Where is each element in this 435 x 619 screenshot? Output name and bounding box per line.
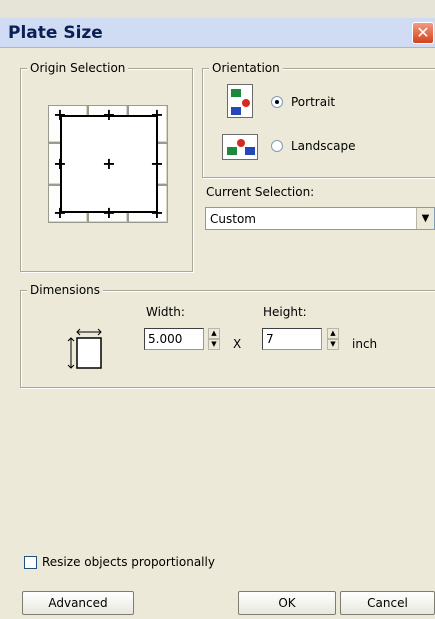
ok-button[interactable]: OK — [238, 591, 336, 615]
background-strip — [0, 0, 435, 18]
height-spin-down[interactable]: ▼ — [327, 339, 339, 350]
landscape-label[interactable]: Landscape — [291, 139, 355, 153]
origin-mark-top-right: + — [150, 105, 164, 124]
unit-label: inch — [352, 337, 378, 351]
origin-mark-bottom-left: + — [53, 203, 67, 222]
plate-size-dropdown-value: Custom — [210, 212, 256, 226]
width-spin-down[interactable]: ▼ — [208, 339, 220, 350]
chevron-down-icon[interactable]: ▼ — [416, 208, 434, 229]
orientation-label: Orientation — [209, 61, 283, 75]
width-input[interactable]: 5.000 — [144, 328, 204, 350]
origin-mark-middle-left: + — [53, 154, 67, 173]
origin-mark-bottom-center: + — [102, 203, 116, 222]
height-spinner[interactable]: ▲ ▼ — [327, 328, 339, 350]
portrait-label[interactable]: Portrait — [291, 95, 335, 109]
origin-mark-bottom-right: + — [150, 203, 164, 222]
advanced-button[interactable]: Advanced — [22, 591, 134, 615]
dimensions-label: Dimensions — [27, 283, 104, 297]
origin-mark-top-left: + — [53, 105, 67, 124]
origin-grid: + + + + + + + + + — [48, 105, 168, 223]
origin-mark-middle-right: + — [150, 154, 164, 173]
origin-mark-center: + — [102, 154, 116, 173]
resize-proportionally-checkbox[interactable] — [24, 556, 37, 569]
title-bar: Plate Size ✕ — [0, 18, 435, 48]
window-title: Plate Size — [8, 23, 103, 43]
cancel-button[interactable]: Cancel — [340, 591, 435, 615]
times-sign: X — [233, 337, 242, 351]
portrait-icon — [227, 84, 253, 118]
height-input[interactable]: 7 — [262, 328, 322, 350]
origin-mark-top-center: + — [102, 105, 116, 124]
width-spin-up[interactable]: ▲ — [208, 328, 220, 339]
landscape-icon — [222, 134, 258, 160]
height-label: Height: — [263, 305, 307, 319]
plate-size-dropdown[interactable]: Custom ▼ — [205, 207, 435, 230]
origin-selection-label: Origin Selection — [27, 61, 129, 75]
dimensions-icon — [67, 328, 103, 370]
width-spinner[interactable]: ▲ ▼ — [208, 328, 220, 350]
portrait-radio[interactable] — [271, 96, 283, 108]
height-spin-up[interactable]: ▲ — [327, 328, 339, 339]
close-icon: ✕ — [416, 23, 430, 42]
landscape-radio[interactable] — [271, 140, 283, 152]
close-button[interactable]: ✕ — [412, 22, 434, 44]
current-selection-label: Current Selection: — [206, 185, 315, 199]
width-label: Width: — [146, 305, 185, 319]
resize-proportionally-label[interactable]: Resize objects proportionally — [42, 555, 215, 569]
